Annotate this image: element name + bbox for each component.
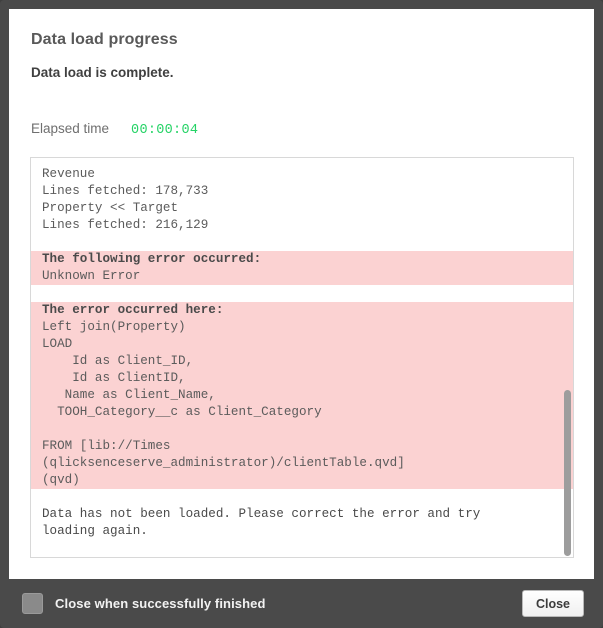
- elapsed-time-value: 00:00:04: [131, 123, 199, 138]
- log-line: The following error occurred:: [31, 251, 573, 268]
- log-scrollbar-thumb[interactable]: [564, 390, 571, 556]
- log-line: Unknown Error: [31, 268, 573, 285]
- log-line: loading again.: [42, 524, 148, 538]
- log-line: FROM [lib://Times: [31, 438, 573, 455]
- page-title: Data load progress: [31, 31, 178, 48]
- close-when-finished-checkbox[interactable]: [22, 593, 43, 614]
- log-line: TOOH_Category__c as Client_Category: [31, 404, 573, 421]
- log-line: LOAD: [31, 336, 573, 353]
- log-line: The error occurred here:: [31, 302, 573, 319]
- log-line: Lines fetched: 178,733: [42, 184, 209, 198]
- close-when-finished-row[interactable]: Close when successfully finished: [22, 593, 522, 614]
- log-line: Lines fetched: 216,129: [42, 218, 209, 232]
- log-line: (qvd): [31, 472, 573, 489]
- log-line: Id as Client_ID,: [31, 353, 573, 370]
- log-scrollbar[interactable]: [562, 158, 573, 557]
- load-log-pane[interactable]: Revenue Lines fetched: 178,733 Property <<…: [30, 157, 574, 558]
- log-line: (qlicksenceserve_administrator)/clientTa…: [31, 455, 573, 472]
- dialog-footer: Close when successfully finished Close: [9, 579, 594, 628]
- log-line: Id as ClientID,: [31, 370, 573, 387]
- data-load-progress-dialog: Data load progress Data load is complete…: [0, 0, 603, 628]
- dialog-body: Data load progress Data load is complete…: [9, 9, 594, 579]
- load-status-message: Data load is complete.: [31, 65, 174, 80]
- elapsed-time-row: Elapsed time 00:00:04: [31, 121, 573, 139]
- log-line: Data has not been loaded. Please correct…: [42, 507, 481, 521]
- log-line: Name as Client_Name,: [31, 387, 573, 404]
- load-log-content: Revenue Lines fetched: 178,733 Property <<…: [31, 158, 573, 540]
- log-line: [31, 421, 573, 438]
- close-when-finished-label: Close when successfully finished: [55, 596, 266, 611]
- log-line: Left join(Property): [31, 319, 573, 336]
- elapsed-time-label: Elapsed time: [31, 121, 110, 136]
- log-line: Property << Target: [42, 201, 179, 215]
- close-button[interactable]: Close: [522, 590, 584, 617]
- log-line: Revenue: [42, 167, 95, 181]
